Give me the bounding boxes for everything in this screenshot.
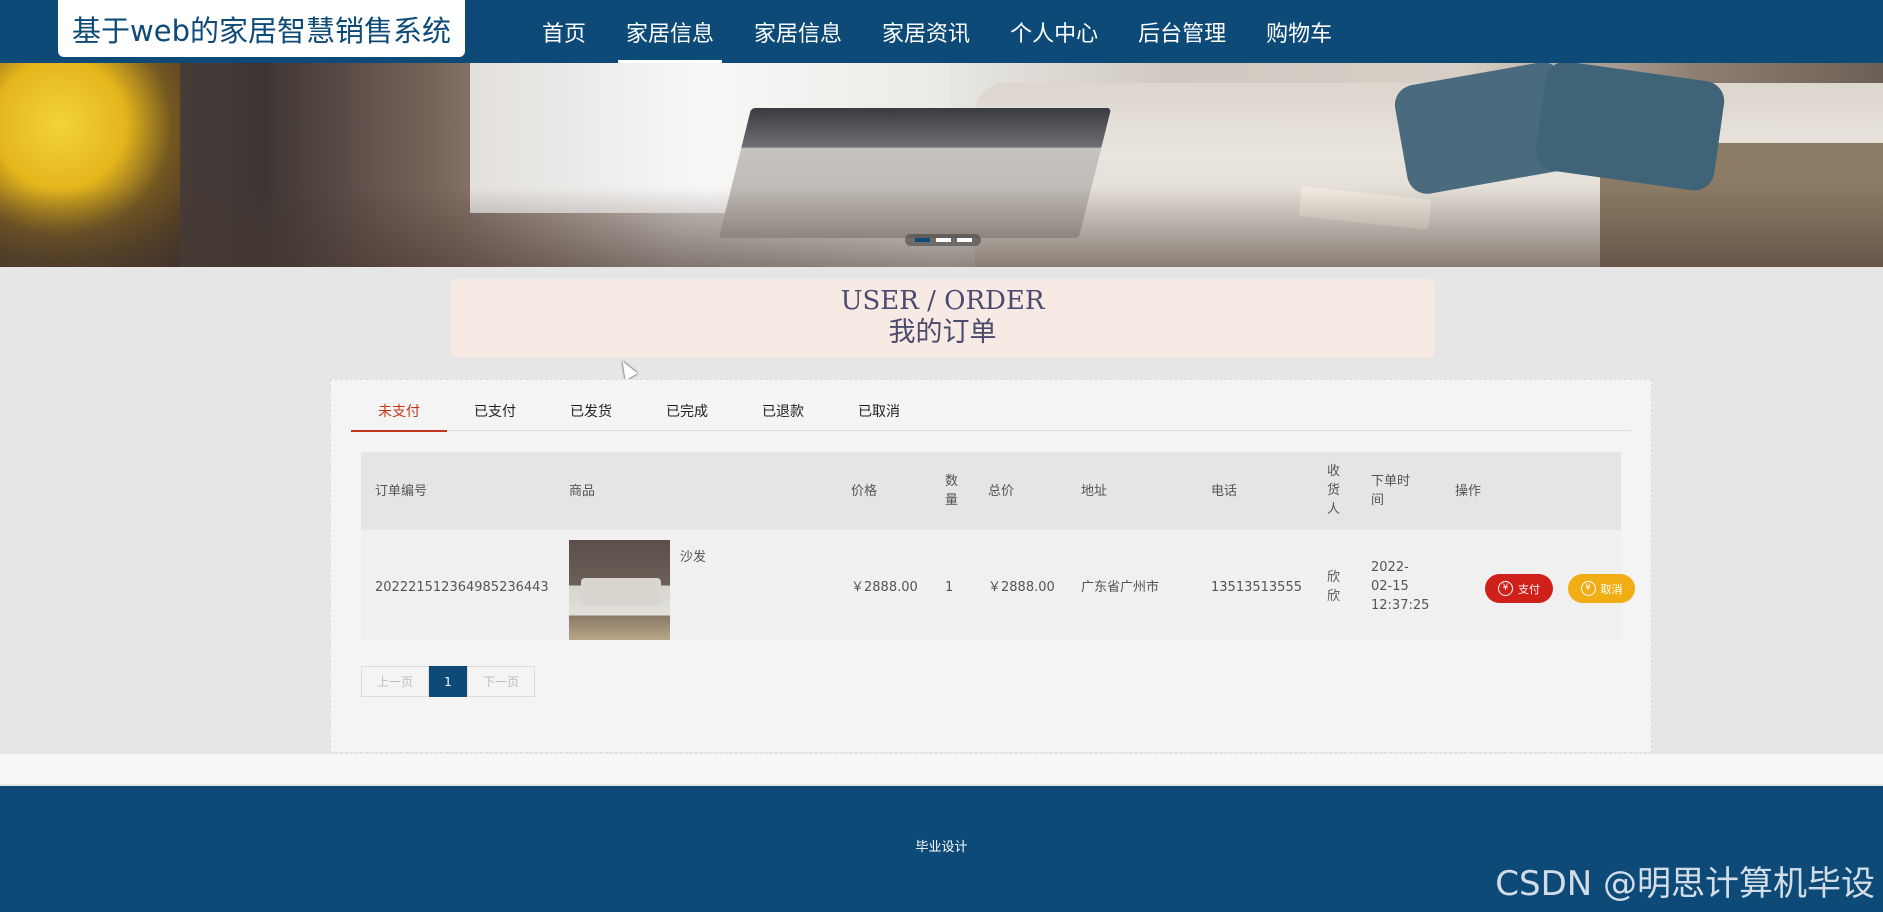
col-total: 总价 <box>988 484 1015 499</box>
footer-divider <box>0 754 1883 784</box>
col-order-time: 下单时 间 <box>1371 474 1411 508</box>
nav-item-home[interactable]: 首页 <box>522 0 606 63</box>
nav-item-furniture-info-2[interactable]: 家居信息 <box>734 0 862 63</box>
tab-unpaid[interactable]: 未支付 <box>351 390 447 432</box>
yen-icon: ¥ <box>1498 581 1513 596</box>
nav-item-admin[interactable]: 后台管理 <box>1118 0 1246 63</box>
tab-completed[interactable]: 已完成 <box>639 390 735 431</box>
goods-quantity: 1 <box>945 580 954 595</box>
col-qty: 数 量 <box>945 474 959 508</box>
pay-button[interactable]: ¥ 支付 <box>1485 574 1553 603</box>
orders-table-header: 订单编号 商品 价格 数 量 总价 地址 电话 收 货 人 下单时 间 操作 <box>361 452 1621 530</box>
goods-price: ￥2888.00 <box>851 580 918 595</box>
section-title-en: USER / ORDER <box>840 286 1045 316</box>
order-time: 2022- 02-15 12:37:25 <box>1371 560 1430 613</box>
table-row: 202221512364985236443 沙发 ￥2888.00 1 ￥288… <box>361 530 1635 640</box>
order-number: 202221512364985236443 <box>375 580 549 595</box>
pay-button-label: 支付 <box>1518 582 1540 596</box>
section-title: USER / ORDER 我的订单 <box>451 279 1434 358</box>
tab-shipped[interactable]: 已发货 <box>543 390 639 431</box>
col-action: 操作 <box>1455 484 1482 499</box>
tab-refunded[interactable]: 已退款 <box>735 390 831 431</box>
carousel-dot-1[interactable] <box>914 238 930 242</box>
mouse-cursor-icon <box>616 357 638 381</box>
goods-thumbnail[interactable] <box>569 540 670 640</box>
watermark: CSDN @明思计算机毕设 <box>1495 864 1875 904</box>
footer-text: 毕业设计 <box>915 840 968 855</box>
pagination: 上一页 1 下一页 <box>361 666 535 697</box>
nav-item-furniture-info[interactable]: 家居信息 <box>606 0 734 63</box>
cancel-button-label: 取消 <box>1600 582 1623 596</box>
page-number-button[interactable]: 1 <box>429 666 467 697</box>
col-goods: 商品 <box>569 484 596 499</box>
main-nav: 首页 家居信息 家居信息 家居资讯 个人中心 后台管理 购物车 <box>522 0 1352 63</box>
nav-item-cart[interactable]: 购物车 <box>1246 0 1352 63</box>
next-page-button[interactable]: 下一页 <box>467 666 535 697</box>
tab-paid[interactable]: 已支付 <box>447 390 543 431</box>
col-order-no: 订单编号 <box>375 484 428 499</box>
goods-name[interactable]: 沙发 <box>680 548 706 567</box>
nav-item-user-center[interactable]: 个人中心 <box>990 0 1118 63</box>
carousel-indicators <box>905 234 981 246</box>
col-phone: 电话 <box>1211 484 1238 499</box>
cancel-button[interactable]: ¥ 取消 <box>1568 574 1635 603</box>
order-address: 广东省广州市 <box>1081 580 1160 595</box>
prev-page-button[interactable]: 上一页 <box>361 666 429 697</box>
carousel-dot-3[interactable] <box>956 238 972 242</box>
col-receiver: 收 货 人 <box>1327 464 1341 517</box>
col-address: 地址 <box>1081 484 1108 499</box>
site-brand[interactable]: 基于web的家居智慧销售系统 <box>58 0 465 57</box>
col-price: 价格 <box>851 484 878 499</box>
order-phone: 13513513555 <box>1211 580 1302 595</box>
carousel-dot-2[interactable] <box>935 238 951 242</box>
top-navbar: 基于web的家居智慧销售系统 首页 家居信息 家居信息 家居资讯 个人中心 后台… <box>0 0 1883 63</box>
yen-icon: ¥ <box>1580 581 1596 596</box>
nav-item-news[interactable]: 家居资讯 <box>862 0 990 63</box>
section-title-cn: 我的订单 <box>888 317 997 348</box>
order-total: ￥2888.00 <box>988 580 1055 595</box>
orders-panel: 未支付 已支付 已发货 已完成 已退款 已取消 订单编号 商品 价格 数 量 总… <box>330 379 1652 753</box>
tab-cancelled[interactable]: 已取消 <box>831 390 927 431</box>
order-status-tabs: 未支付 已支付 已发货 已完成 已退款 已取消 <box>351 390 1631 432</box>
banner-photo-floor <box>0 187 1883 267</box>
order-receiver: 欣 欣 <box>1327 570 1341 604</box>
